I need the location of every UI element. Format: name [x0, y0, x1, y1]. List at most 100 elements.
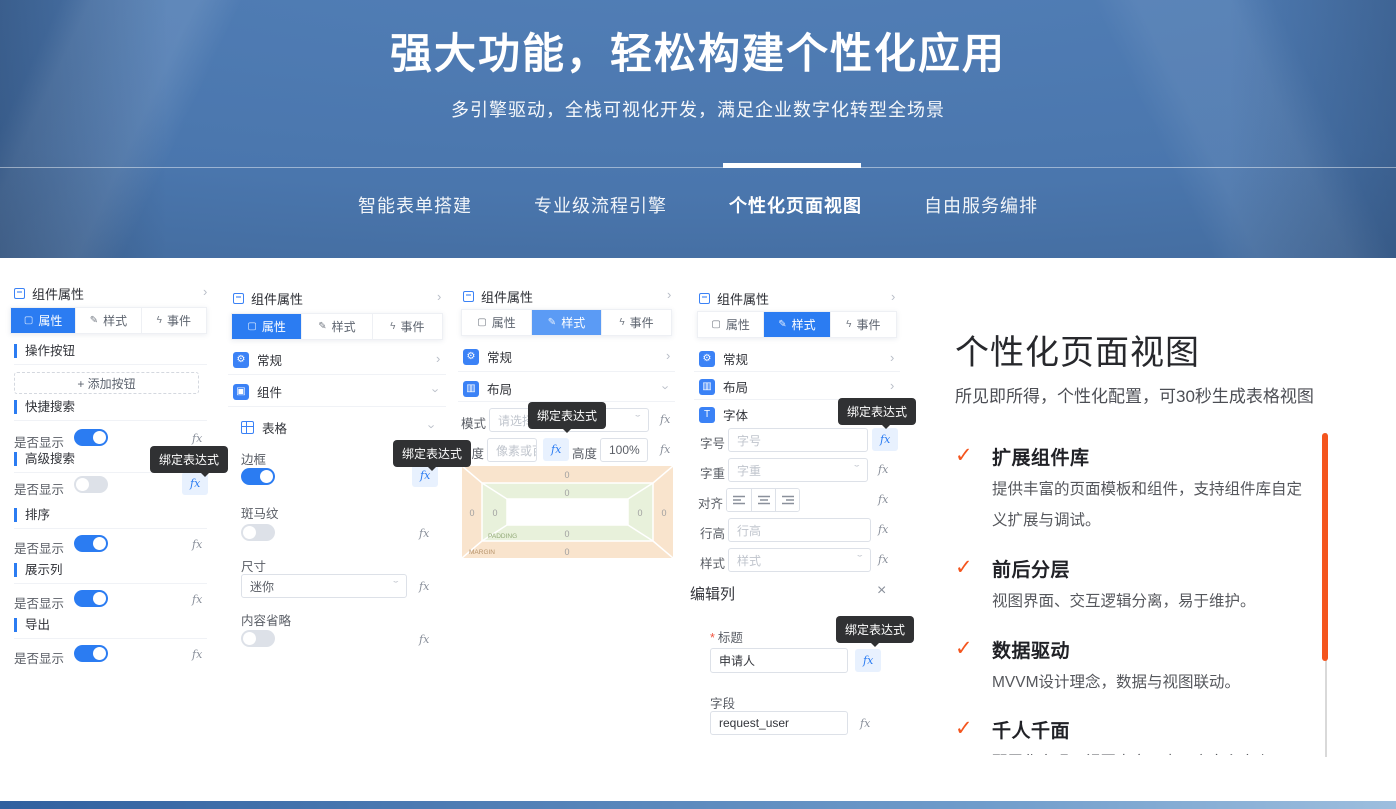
section-description: 所见即所得，个性化配置，可30秒生成表格视图 — [955, 382, 1314, 407]
display-columns-toggle[interactable] — [74, 590, 108, 607]
fx-button-active[interactable]: fx — [855, 649, 881, 672]
advanced-search-toggle[interactable] — [74, 476, 108, 493]
fx-button[interactable]: fx — [878, 523, 888, 536]
chevron-right-icon[interactable]: › — [890, 379, 894, 392]
height-input[interactable]: 100% — [600, 438, 648, 462]
chevron-down-icon[interactable]: › — [430, 388, 443, 392]
panel1-header: 组件属性 — [14, 284, 84, 303]
export-toggle[interactable] — [74, 645, 108, 662]
align-right-button[interactable] — [775, 489, 799, 511]
fx-button[interactable]: fx — [878, 553, 888, 566]
chevron-down-icon: ˇ — [858, 554, 863, 566]
event-icon: ϟ — [846, 319, 851, 330]
panel4-collapse-chevron-icon[interactable]: › — [891, 289, 895, 304]
feature-desc: 视图界面、交互逻辑分离，易于维护。 — [992, 586, 1312, 617]
layout-icon: ▥ — [699, 379, 715, 395]
align-center-button[interactable] — [751, 489, 775, 511]
fx-button[interactable]: fx — [878, 463, 888, 476]
tab-process-engine[interactable]: 专业级流程引擎 — [534, 192, 667, 218]
panel4-tab-attr[interactable]: ▢属性 — [698, 312, 763, 337]
close-icon[interactable]: × — [877, 582, 886, 600]
font-size-input[interactable]: 字号 — [728, 428, 868, 452]
style-icon: ✎ — [318, 321, 326, 332]
fx-button[interactable]: fx — [192, 432, 202, 445]
fx-button[interactable]: fx — [860, 717, 870, 730]
fx-button[interactable]: fx — [419, 633, 429, 646]
page: 强大功能，轻松构建个性化应用 多引擎驱动，全栈可视化开发，满足企业数字化转型全场… — [0, 0, 1396, 809]
panel1-tab-event[interactable]: ϟ事件 — [141, 308, 206, 333]
panel1-tab-attr[interactable]: ▢属性 — [11, 308, 75, 333]
fx-button-active[interactable]: fx — [543, 438, 569, 461]
group-general[interactable]: ⚙ 常规 — [463, 347, 512, 366]
attr-icon: ▢ — [477, 317, 486, 328]
hero-divider — [0, 167, 1396, 168]
chevron-down-icon[interactable]: › — [660, 385, 673, 389]
chevron-down-icon[interactable]: › — [426, 424, 439, 428]
panel2-tab-style[interactable]: ✎样式 — [301, 314, 371, 339]
font-weight-select[interactable]: 字重 ˇ — [728, 458, 868, 482]
padding-top-value: 0 — [564, 488, 569, 498]
panel3-tab-attr[interactable]: ▢属性 — [462, 310, 531, 335]
panel2-collapse-chevron-icon[interactable]: › — [437, 289, 441, 304]
fx-button-active[interactable]: fx — [872, 428, 898, 451]
padding-bottom-value: 0 — [564, 529, 569, 539]
style-select[interactable]: 样式 ˇ — [728, 548, 871, 572]
size-select[interactable]: 迷你 ˇ — [241, 574, 407, 598]
group-general[interactable]: ⚙ 常规 — [699, 349, 748, 368]
panel3-collapse-chevron-icon[interactable]: › — [667, 287, 671, 302]
chevron-right-icon[interactable]: › — [890, 351, 894, 364]
tab-page-view[interactable]: 个性化页面视图 — [729, 192, 862, 218]
fx-button[interactable]: fx — [192, 648, 202, 661]
fx-button[interactable]: fx — [419, 580, 429, 593]
chevron-right-icon[interactable]: › — [436, 352, 440, 365]
panel2-tab-event[interactable]: ϟ事件 — [372, 314, 442, 339]
fx-button[interactable]: fx — [660, 413, 670, 426]
ellipsis-toggle[interactable] — [241, 630, 275, 647]
border-label: 边框 — [241, 449, 266, 468]
padding-left-value: 0 — [492, 508, 497, 518]
panel2-header: 组件属性 — [233, 289, 303, 308]
width-input[interactable]: 像素或百分… — [487, 438, 537, 462]
add-button[interactable]: + 添加按钮 — [14, 372, 199, 394]
fx-button[interactable]: fx — [419, 527, 429, 540]
border-toggle[interactable] — [241, 468, 275, 485]
line-height-input[interactable]: 行高 — [728, 518, 871, 542]
chevron-right-icon[interactable]: › — [666, 349, 670, 362]
group-component[interactable]: ▣ 组件 — [233, 382, 282, 401]
attr-icon: ▢ — [24, 315, 33, 326]
group-general[interactable]: ⚙ 常规 — [233, 350, 282, 369]
active-tab-underline — [723, 163, 861, 168]
panel4-tab-event[interactable]: ϟ事件 — [830, 312, 896, 337]
panel3-tab-style[interactable]: ✎样式 — [531, 310, 601, 335]
fx-button[interactable]: fx — [878, 493, 888, 506]
panel3-tab-event[interactable]: ϟ事件 — [601, 310, 671, 335]
panel1-title: 组件属性 — [32, 284, 84, 303]
tab-smart-form[interactable]: 智能表单搭建 — [358, 192, 472, 218]
bind-expression-tooltip: 绑定表达式 — [150, 446, 228, 473]
group-table[interactable]: 表格 — [241, 418, 287, 437]
group-layout[interactable]: ▥ 布局 — [463, 379, 512, 398]
check-icon: ✓ — [955, 443, 973, 468]
section-export: 导出 — [14, 618, 50, 632]
align-left-button[interactable] — [727, 489, 751, 511]
title-field-label: *标题 — [710, 627, 743, 646]
field-key-input[interactable]: request_user — [710, 711, 848, 735]
chevron-down-icon: ˇ — [855, 464, 860, 476]
panel2-tab-attr[interactable]: ▢属性 — [232, 314, 301, 339]
edit-column-title: 编辑列 — [690, 583, 735, 604]
zebra-toggle[interactable] — [241, 524, 275, 541]
fx-button[interactable]: fx — [192, 593, 202, 606]
group-font[interactable]: T 字体 — [699, 405, 748, 424]
scrollbar-thumb[interactable] — [1322, 433, 1328, 661]
panel1-tab-style[interactable]: ✎样式 — [75, 308, 140, 333]
title-input[interactable]: 申请人 — [710, 648, 848, 673]
fx-button[interactable]: fx — [660, 443, 670, 456]
group-layout[interactable]: ▥ 布局 — [699, 377, 748, 396]
panel1-collapse-chevron-icon[interactable]: › — [203, 284, 207, 299]
sort-toggle[interactable] — [74, 535, 108, 552]
quick-search-toggle[interactable] — [74, 429, 108, 446]
panel4-tab-style[interactable]: ✎样式 — [763, 312, 829, 337]
fx-button[interactable]: fx — [192, 538, 202, 551]
attr-icon: ▢ — [711, 319, 720, 330]
tab-service-orchestration[interactable]: 自由服务编排 — [924, 192, 1038, 218]
